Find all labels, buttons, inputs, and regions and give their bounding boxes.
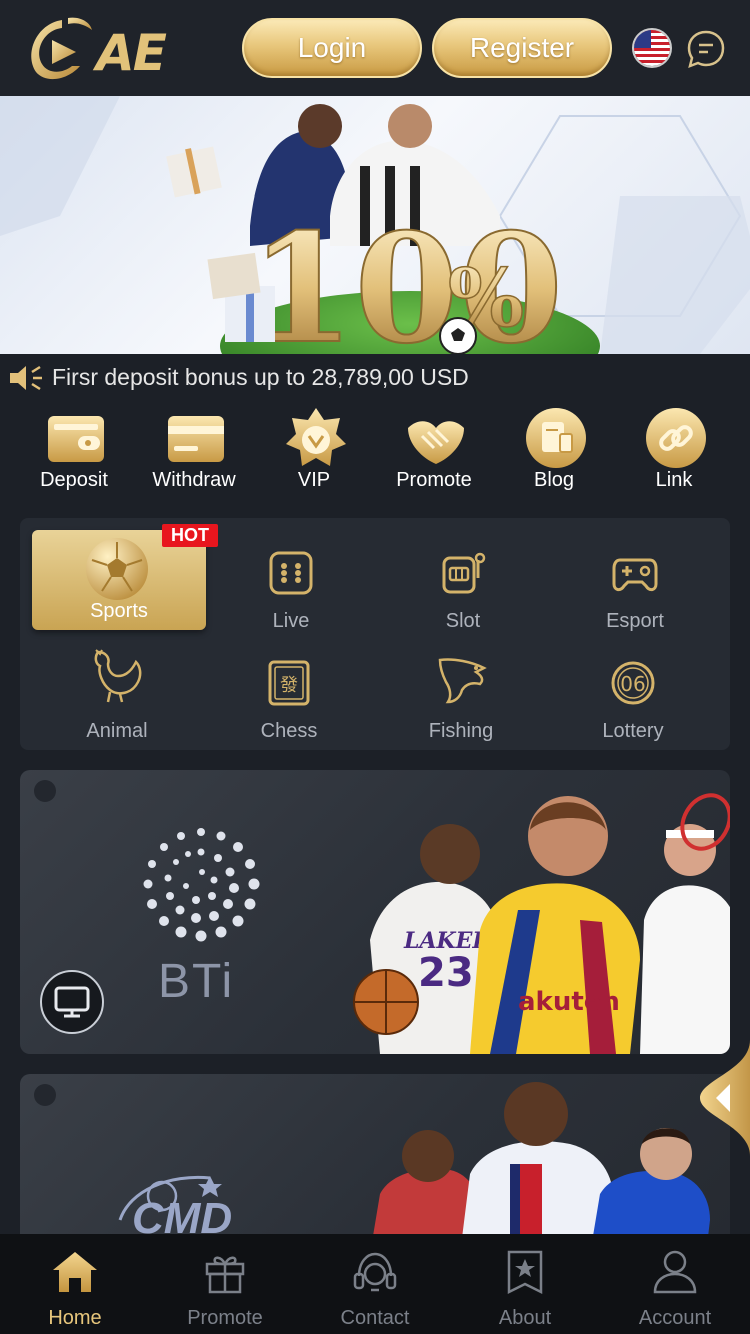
nav-account[interactable]: Account bbox=[600, 1234, 750, 1334]
nav-about-label: About bbox=[498, 1307, 552, 1329]
nav-promote[interactable]: Promote bbox=[150, 1234, 300, 1334]
vip-button[interactable]: VIP bbox=[254, 402, 374, 502]
user-icon bbox=[653, 1250, 697, 1294]
animal-label: Animal bbox=[86, 720, 148, 742]
banner-artwork: 100 % bbox=[0, 96, 750, 354]
speaker-icon bbox=[10, 365, 42, 391]
announcement-text: Firsr deposit bonus up to 28,789,00 USD bbox=[52, 364, 469, 390]
withdraw-label: Withdraw bbox=[152, 469, 236, 491]
link-button[interactable]: Link bbox=[614, 402, 734, 502]
register-button[interactable]: Register bbox=[432, 18, 612, 78]
live-label: Live bbox=[272, 610, 310, 632]
blog-label: Blog bbox=[533, 469, 575, 491]
ae-logo[interactable]: AE bbox=[22, 14, 172, 84]
deposit-label: Deposit bbox=[40, 469, 108, 491]
deposit-button[interactable]: Deposit bbox=[14, 402, 134, 502]
card-dot bbox=[34, 780, 56, 802]
gamepad-icon bbox=[612, 558, 658, 592]
athletes-artwork-2 bbox=[370, 1082, 710, 1254]
nav-home[interactable]: Home bbox=[0, 1234, 150, 1334]
category-lottery[interactable]: 06 Lottery bbox=[546, 640, 720, 742]
promote-quick-label: Promote bbox=[396, 469, 472, 491]
svg-text:23: 23 bbox=[418, 950, 474, 996]
link-icon bbox=[646, 408, 706, 468]
top-header: AE Login Register bbox=[0, 0, 750, 96]
bti-provider-name: BTi bbox=[158, 955, 235, 1008]
nav-contact[interactable]: Contact bbox=[300, 1234, 450, 1334]
category-chess[interactable]: 發 Chess bbox=[202, 640, 376, 742]
about-star-icon bbox=[507, 1250, 543, 1295]
chess-label: Chess bbox=[260, 720, 318, 742]
us-flag-icon[interactable] bbox=[632, 28, 672, 68]
side-drawer-tab[interactable] bbox=[700, 1040, 750, 1156]
svg-text:發: 發 bbox=[280, 675, 298, 696]
promote-quick-button[interactable]: Promote bbox=[374, 402, 494, 502]
lottery-label: Lottery bbox=[602, 720, 664, 742]
lottery-ball-icon: 06 bbox=[611, 661, 655, 705]
slot-machine-icon bbox=[442, 552, 486, 594]
sports-label: Sports bbox=[90, 600, 148, 622]
provider-card-bti[interactable]: BTi LAKERS 23 akuten bbox=[20, 770, 730, 1054]
game-categories: HOT Sports Live Slot Esport Animal 發 Che… bbox=[20, 518, 730, 750]
blog-button[interactable]: Blog bbox=[494, 402, 614, 502]
nav-about[interactable]: About bbox=[450, 1234, 600, 1334]
vip-badge-icon bbox=[286, 408, 346, 466]
slot-label: Slot bbox=[445, 610, 481, 632]
nav-home-label: Home bbox=[48, 1307, 102, 1329]
esport-label: Esport bbox=[606, 610, 664, 632]
login-button[interactable]: Login bbox=[242, 18, 422, 78]
mahjong-tile-icon: 發 bbox=[268, 660, 310, 706]
headset-icon bbox=[353, 1252, 397, 1292]
handshake-icon bbox=[408, 421, 464, 464]
announcement-bar[interactable]: Firsr deposit bonus up to 28,789,00 USD bbox=[0, 356, 750, 400]
blog-icon bbox=[526, 408, 586, 468]
category-animal[interactable]: Animal bbox=[30, 640, 204, 742]
bti-logo-icon bbox=[143, 828, 260, 942]
category-live[interactable]: Live bbox=[204, 530, 378, 632]
provider-card-cmd[interactable]: CMD bbox=[20, 1074, 730, 1254]
logo-text: AE bbox=[96, 24, 167, 82]
category-fishing[interactable]: Fishing bbox=[374, 640, 548, 742]
bottom-nav: Home Promote Contact About Account bbox=[0, 1234, 750, 1334]
quick-actions: Deposit Withdraw VIP Promote Blog Link bbox=[0, 402, 750, 502]
home-icon bbox=[53, 1252, 97, 1292]
card-icon bbox=[168, 416, 224, 462]
nav-contact-label: Contact bbox=[340, 1307, 410, 1329]
wallet-icon bbox=[48, 416, 104, 462]
promo-banner[interactable]: 100 % bbox=[0, 96, 750, 354]
nav-account-label: Account bbox=[638, 1307, 712, 1329]
svg-text:06: 06 bbox=[620, 672, 645, 696]
chat-icon[interactable] bbox=[686, 29, 726, 69]
link-label: Link bbox=[655, 469, 693, 491]
gift-icon bbox=[205, 1256, 245, 1294]
logo-mark-icon bbox=[31, 17, 92, 80]
svg-text:akuten: akuten bbox=[518, 987, 620, 1017]
rooster-icon bbox=[94, 649, 142, 703]
desktop-monitor-icon[interactable] bbox=[40, 970, 104, 1034]
vip-label: VIP bbox=[297, 469, 331, 491]
card-dot bbox=[34, 1084, 56, 1106]
athletes-artwork: LAKERS 23 akuten bbox=[353, 793, 730, 1054]
soccer-ball-icon bbox=[86, 538, 148, 600]
category-sports[interactable]: HOT Sports bbox=[32, 524, 218, 630]
category-slot[interactable]: Slot bbox=[376, 530, 550, 632]
chevron-left-icon bbox=[700, 1040, 750, 1156]
category-esport[interactable]: Esport bbox=[548, 530, 722, 632]
dice-icon bbox=[269, 551, 313, 595]
nav-promote-label: Promote bbox=[187, 1307, 263, 1329]
fish-icon bbox=[438, 658, 487, 704]
fishing-label: Fishing bbox=[428, 720, 494, 742]
withdraw-button[interactable]: Withdraw bbox=[134, 402, 254, 502]
